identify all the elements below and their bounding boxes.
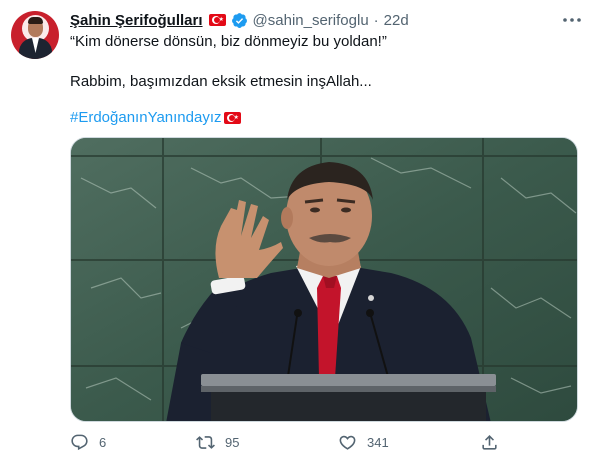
avatar[interactable] <box>11 11 59 59</box>
tweet-text-line-1: “Kim dönerse dönsün, biz dönmeyiz bu yol… <box>70 33 387 50</box>
like-button[interactable]: 341 <box>338 432 389 452</box>
share-icon <box>482 434 497 450</box>
tweet-text-line-2: Rabbim, başımızdan eksik etmesin inşAlla… <box>70 73 372 90</box>
hashtag-link[interactable]: #ErdoğanınYanındayız <box>70 108 222 128</box>
author-name[interactable]: Şahin Şerifoğulları <box>70 12 203 29</box>
retweet-count: 95 <box>225 434 240 450</box>
turkish-flag-icon: ★ <box>208 14 226 26</box>
hashtag-row: #ErdoğanınYanındayız ★ <box>70 108 241 128</box>
share-button[interactable] <box>480 432 499 452</box>
avatar-hair <box>28 17 43 24</box>
tweet[interactable]: Şahin Şerifoğulları ★ @sahin_serifoglu ·… <box>0 0 606 463</box>
retweet-button[interactable]: 95 <box>196 432 239 452</box>
reply-button[interactable]: 6 <box>70 432 106 452</box>
reply-icon <box>71 434 88 450</box>
reply-count: 6 <box>99 434 107 450</box>
separator-dot: · <box>373 11 379 29</box>
retweet-icon <box>196 435 215 449</box>
author-handle[interactable]: @sahin_serifoglu <box>253 12 369 29</box>
like-count: 341 <box>367 434 389 450</box>
action-bar: 6 95 341 <box>0 432 606 452</box>
photo-speaker-at-podium <box>71 138 577 421</box>
verified-badge-icon <box>231 12 248 29</box>
more-options-icon[interactable] <box>560 10 584 30</box>
heart-icon <box>339 435 356 450</box>
tweet-photo[interactable] <box>70 137 578 422</box>
turkish-flag-icon: ★ <box>223 112 241 124</box>
tweet-header: Şahin Şerifoğulları ★ @sahin_serifoglu ·… <box>70 10 409 30</box>
timestamp[interactable]: 22d <box>384 12 409 29</box>
